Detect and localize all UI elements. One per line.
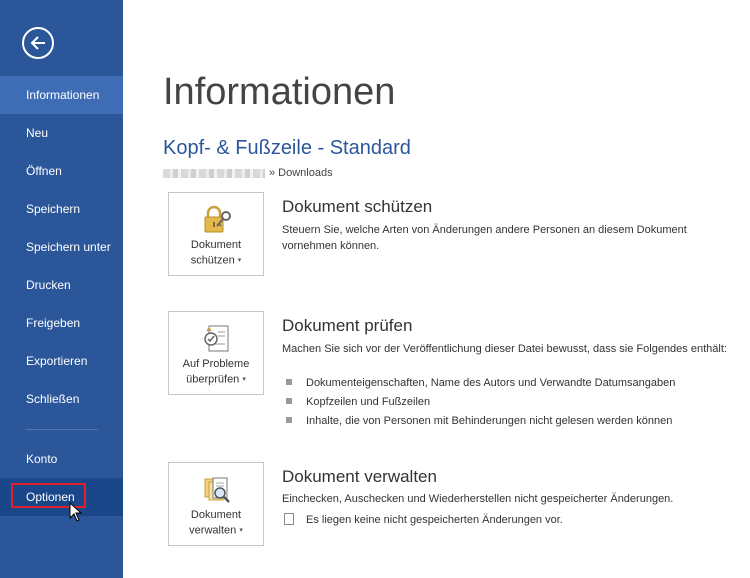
unsaved-changes-note: Es liegen keine nicht gespeicherten Ände… <box>284 512 563 528</box>
nav-speichern-unter[interactable]: Speichern unter <box>0 228 123 266</box>
inspect-document-icon <box>204 325 229 352</box>
bullet-square-icon <box>286 398 292 405</box>
nav-drucken[interactable]: Drucken <box>0 266 123 304</box>
protect-document-label: Dokument schützen ▾ <box>190 239 242 267</box>
document-path: » Downloads <box>163 165 333 181</box>
nav-freigeben[interactable]: Freigeben <box>0 304 123 342</box>
inspect-section-title: Dokument prüfen <box>282 316 413 335</box>
nav-optionen[interactable]: Optionen <box>0 478 123 516</box>
check-issues-button[interactable]: Auf Probleme überprüfen ▾ <box>168 311 264 395</box>
nav-neu[interactable]: Neu <box>0 114 123 152</box>
bullet-square-icon <box>286 379 292 386</box>
page-title: Informationen <box>163 71 396 113</box>
backstage-sidebar: Informationen Neu Öffnen Speichern Speic… <box>0 0 123 578</box>
mouse-cursor-icon <box>69 502 83 522</box>
nav-informationen[interactable]: Informationen <box>0 76 123 114</box>
nav-oeffnen[interactable]: Öffnen <box>0 152 123 190</box>
manage-document-icon <box>204 477 230 503</box>
manage-document-label: Dokument verwalten ▾ <box>189 509 243 537</box>
caret-down-icon: ▾ <box>242 376 246 383</box>
manage-section-title: Dokument verwalten <box>282 467 437 486</box>
inspect-section-description: Machen Sie sich vor der Veröffentlichung… <box>282 343 727 355</box>
path-suffix: » Downloads <box>269 167 333 179</box>
lock-key-icon <box>204 205 231 233</box>
blurred-path <box>163 168 265 178</box>
protect-section-description: Steuern Sie, welche Arten von Änderungen… <box>282 224 687 252</box>
bullet-square-icon <box>286 417 292 424</box>
back-arrow-icon <box>30 36 45 50</box>
document-icon <box>284 513 294 526</box>
caret-down-icon: ▾ <box>237 257 242 264</box>
manage-document-button[interactable]: Dokument verwalten ▾ <box>168 462 264 546</box>
nav-konto[interactable]: Konto <box>0 440 123 478</box>
caret-down-icon: ▾ <box>239 527 243 534</box>
back-button[interactable] <box>22 27 54 59</box>
protect-section-title: Dokument schützen <box>282 197 433 216</box>
manage-section-description: Einchecken, Auschecken und Wiederherstel… <box>282 493 674 505</box>
nav-schliessen[interactable]: Schließen <box>0 380 123 418</box>
inspect-bullet-1: Dokumenteigenschaften, Name des Autors u… <box>286 375 675 391</box>
inspect-bullet-2: Kopfzeilen und Fußzeilen <box>286 394 430 410</box>
inspect-bullet-3: Inhalte, die von Personen mit Behinderun… <box>286 413 672 429</box>
nav-speichern[interactable]: Speichern <box>0 190 123 228</box>
check-issues-label: Auf Probleme überprüfen ▾ <box>182 358 250 386</box>
protect-document-button[interactable]: Dokument schützen ▾ <box>168 192 264 276</box>
document-title: Kopf- & Fußzeile - Standard <box>163 137 411 159</box>
nav-divider <box>26 429 98 430</box>
nav-exportieren[interactable]: Exportieren <box>0 342 123 380</box>
